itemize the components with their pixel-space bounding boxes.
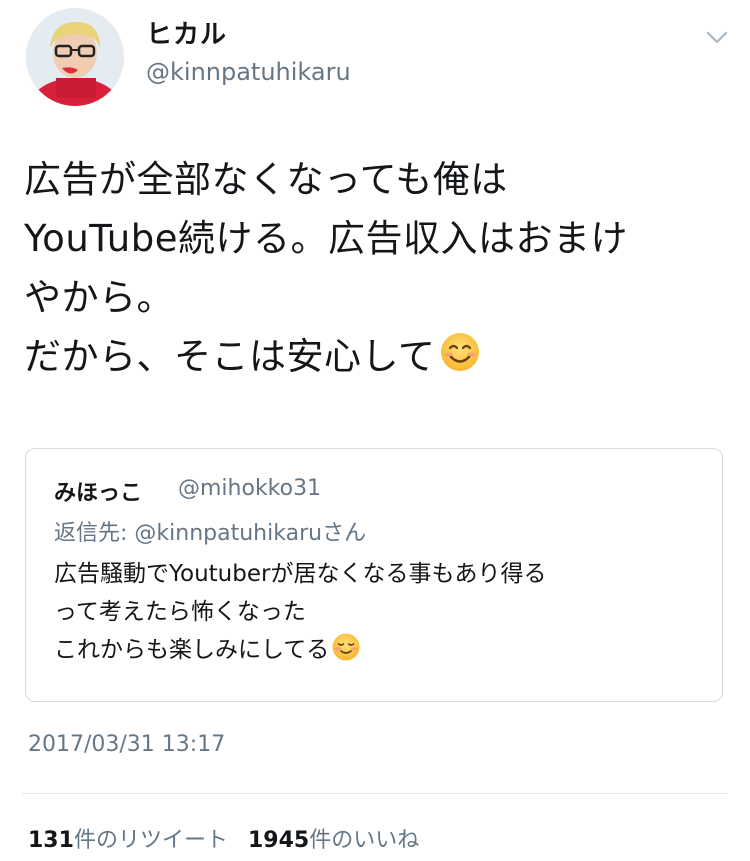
quote-reply-context: 返信先: @kinnpatuhikaruさん [54, 515, 366, 547]
likes-stat[interactable]: 1945件のいいね [248, 828, 419, 853]
reply-mention[interactable]: @kinnpatuhikaru [134, 521, 322, 546]
quoted-tweet[interactable]: みほっこ @mihokko31 返信先: @kinnpatuhikaruさん 広… [25, 448, 723, 702]
quote-line: 広告騒動でYoutuberが居なくなる事もあり得る [54, 561, 547, 587]
quote-author-handle: @mihokko31 [178, 476, 322, 501]
tweet-text: 広告が全部なくなっても俺は YouTube続ける。広告収入はおまけ やから。 だ… [24, 150, 732, 390]
quote-line: って考えたら怖くなった [54, 599, 306, 625]
likes-count: 1945 [247, 828, 310, 853]
tweet-stats: 131件のリツイート 1945件のいいね [28, 822, 419, 854]
chevron-down-icon[interactable] [702, 22, 732, 52]
retweets-count: 131 [28, 828, 74, 853]
divider [22, 793, 728, 794]
reply-prefix: 返信先: [54, 521, 128, 546]
tweet-last-line: だから、そこは安心して [24, 327, 732, 390]
author-avatar[interactable] [26, 8, 124, 106]
likes-label: 件のいいね [309, 828, 420, 853]
quote-last-line: これからも楽しみにしてる [54, 631, 714, 674]
retweets-stat[interactable]: 131件のリツイート [28, 828, 228, 853]
author-name[interactable]: ヒカル [146, 14, 227, 51]
retweets-label: 件のリツイート [73, 828, 228, 853]
tweet-timestamp[interactable]: 2017/03/31 13:17 [28, 732, 225, 757]
tweet-line: だから、そこは安心して [24, 335, 436, 378]
smiling-face-emoji-icon [439, 331, 481, 390]
author-handle[interactable]: @kinnpatuhikaru [146, 58, 351, 86]
tweet-line: YouTube続ける。広告収入はおまけ [24, 217, 628, 260]
reply-suffix: さん [322, 521, 367, 546]
tweet-line: 広告が全部なくなっても俺は [24, 158, 508, 201]
avatar-image [26, 8, 124, 106]
quote-text: 広告騒動でYoutuberが居なくなる事もあり得る って考えたら怖くなった これ… [54, 555, 714, 674]
tweet-line: やから。 [24, 276, 174, 319]
relaxed-face-emoji-icon [331, 632, 361, 674]
quote-line: これからも楽しみにしてる [54, 637, 330, 663]
quote-author-name: みほっこ [54, 481, 143, 506]
